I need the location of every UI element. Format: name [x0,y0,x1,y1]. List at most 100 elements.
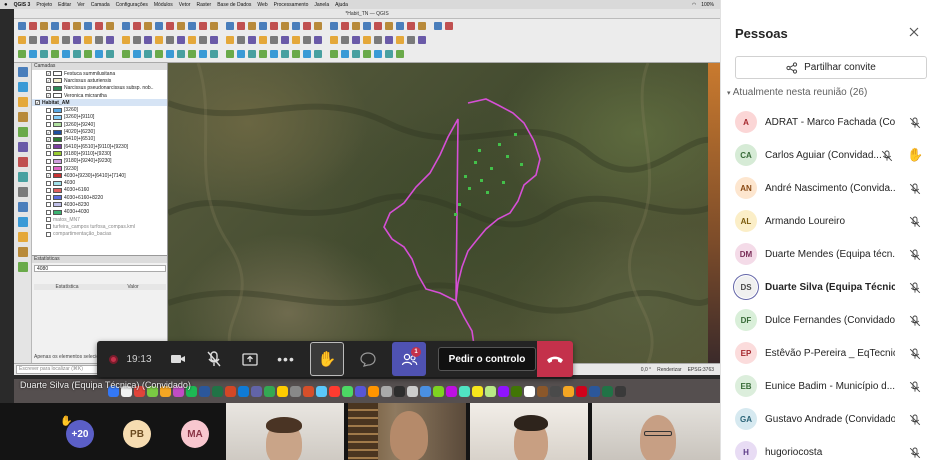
layer-row[interactable]: compartimentação_bacias [32,231,167,238]
microphone-button[interactable] [196,341,232,377]
toolbar-tool-icon[interactable] [155,36,163,44]
layer-visibility-checkbox[interactable] [46,224,51,230]
toolbar-tool-icon[interactable] [40,36,48,44]
participant-row[interactable]: AL Armando Loureiro [721,206,940,239]
dock-app-icon[interactable] [355,385,366,397]
layer-visibility-checkbox[interactable] [46,202,51,208]
layer-visibility-checkbox[interactable] [46,166,51,171]
toolbar-tool-icon[interactable] [363,22,371,30]
toolbar-tool-icon[interactable] [106,50,114,58]
dock-app-icon[interactable] [394,385,405,397]
layer-tool-icon[interactable] [17,202,28,212]
toolbar-tool-icon[interactable] [281,22,289,30]
menubar-item-projeto[interactable]: Projeto [36,2,52,8]
toolbar-tool-icon[interactable] [73,36,81,44]
toolbar-tool-icon[interactable] [18,22,26,30]
toolbar-tool-icon[interactable] [330,36,338,44]
toolbar-tool-icon[interactable] [199,36,207,44]
menubar-item-modulos[interactable]: Módulos [154,2,173,8]
layer-tool-icon[interactable] [17,142,28,152]
participant-row[interactable]: EP Estêvão P-Pereira _ EqTecnic... [721,338,940,371]
toolbar-tool-icon[interactable] [314,22,322,30]
layer-visibility-checkbox[interactable] [46,114,51,120]
participant-row[interactable]: GA Gustavo Andrade (Convidado) [721,404,940,437]
toolbar-tool-icon[interactable] [407,22,415,30]
toolbar-tool-icon[interactable] [259,50,267,58]
raise-hand-button[interactable]: ✋ [310,342,344,376]
toolbar-tool-icon[interactable] [62,50,70,58]
layer-visibility-checkbox[interactable]: ✓ [46,78,51,84]
layer-row[interactable]: ✓ Festuca summilusitana [32,70,167,77]
toolbar-tool-icon[interactable] [303,50,311,58]
toolbar-tool-icon[interactable] [29,50,37,58]
menubar-item-vetor[interactable]: Vetor [179,2,191,8]
toolbar-tool-icon[interactable] [374,22,382,30]
toolbar-tool-icon[interactable] [122,50,130,58]
toolbar-tool-icon[interactable] [62,22,70,30]
toolbar-tool-icon[interactable] [210,22,218,30]
layer-row[interactable]: [3260] [32,106,167,113]
layer-row[interactable]: turfeira_campos turfosa_compas.kml [32,223,167,230]
toolbar-tool-icon[interactable] [341,50,349,58]
toolbar-tool-icon[interactable] [314,50,322,58]
toolbar-tool-icon[interactable] [166,36,174,44]
toolbar-tool-icon[interactable] [73,50,81,58]
dock-app-icon[interactable] [251,385,262,397]
layer-row[interactable]: ✓ Habitat_AM [32,99,167,107]
toolbar-tool-icon[interactable] [385,36,393,44]
dock-app-icon[interactable] [290,385,301,397]
layer-tool-icon[interactable] [17,217,28,227]
close-panel-button[interactable] [909,24,919,40]
toolbar-tool-icon[interactable] [210,50,218,58]
dock-app-icon[interactable] [550,385,561,397]
dock-app-icon[interactable] [524,385,535,397]
dock-app-icon[interactable] [576,385,587,397]
toolbar-tool-icon[interactable] [133,36,141,44]
layer-row[interactable]: 4030+6160 [32,187,167,194]
layer-row[interactable]: ✓ [6410]+[6510] [32,136,167,143]
toolbar-tool-icon[interactable] [445,22,453,30]
menubar-item-ajuda[interactable]: Ajuda [335,2,348,8]
toolbar-tool-icon[interactable] [29,22,37,30]
toolbar-tool-icon[interactable] [363,36,371,44]
toolbar-tool-icon[interactable] [29,36,37,44]
participant-row[interactable]: CA Carlos Aguiar (Convidad... ✋ [721,140,940,173]
dock-app-icon[interactable] [342,385,353,397]
toolbar-tool-icon[interactable] [177,36,185,44]
dock-app-icon[interactable] [433,385,444,397]
layer-row[interactable]: ✓ 4030+[9230]+[6410]+[7140] [32,172,167,179]
toolbar-tool-icon[interactable] [144,50,152,58]
dock-app-icon[interactable] [589,385,600,397]
layer-tool-icon[interactable] [17,247,28,257]
toolbar-tool-icon[interactable] [374,50,382,58]
toolbar-tool-icon[interactable] [155,22,163,30]
participant-row[interactable]: A ADRAT - Marco Fachada (Co... [721,107,940,140]
layer-row[interactable]: [9180]+[9110]+[9230] [32,150,167,157]
dock-app-icon[interactable] [498,385,509,397]
layer-visibility-checkbox[interactable]: ✓ [46,144,51,150]
toolbar-tool-icon[interactable] [155,50,163,58]
toolbar-tool-icon[interactable] [133,50,141,58]
toolbar-tool-icon[interactable] [248,50,256,58]
toolbar-tool-icon[interactable] [18,36,26,44]
dock-app-icon[interactable] [472,385,483,397]
toolbar-tool-icon[interactable] [51,50,59,58]
toolbar-tool-icon[interactable] [166,50,174,58]
dock-app-icon[interactable] [602,385,613,397]
share-screen-button[interactable] [232,341,268,377]
toolbar-tool-icon[interactable] [352,50,360,58]
toolbar-tool-icon[interactable] [341,36,349,44]
rotation-field[interactable]: 0,0 ° [641,367,651,373]
dock-app-icon[interactable] [407,385,418,397]
toolbar-tool-icon[interactable] [330,50,338,58]
layer-tool-icon[interactable] [17,67,28,77]
render-checkbox[interactable]: Renderizar [657,367,681,373]
dock-app-icon[interactable] [199,385,210,397]
toolbar-tool-icon[interactable] [122,36,130,44]
toolbar-tool-icon[interactable] [106,22,114,30]
toolbar-tool-icon[interactable] [434,22,442,30]
toolbar-tool-icon[interactable] [40,22,48,30]
toolbar-tool-icon[interactable] [166,22,174,30]
layer-row[interactable]: ✓ Veronica micrantha [32,92,167,99]
share-invite-button[interactable]: Partilhar convite [735,56,927,79]
